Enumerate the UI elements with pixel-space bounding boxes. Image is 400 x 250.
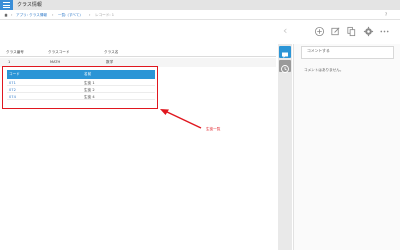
clock-icon: [281, 65, 289, 73]
comments-panel: コメントする コメントはありません。: [293, 44, 400, 250]
no-comments-text: コメントはありません。: [304, 68, 344, 72]
comment-input[interactable]: コメントする: [301, 46, 394, 59]
history-tab[interactable]: [279, 60, 291, 73]
comment-placeholder: コメントする: [307, 48, 330, 53]
comments-tab[interactable]: [279, 46, 291, 58]
side-tab-bar: [278, 44, 292, 250]
annotation-label: 生徒一覧: [206, 127, 221, 131]
